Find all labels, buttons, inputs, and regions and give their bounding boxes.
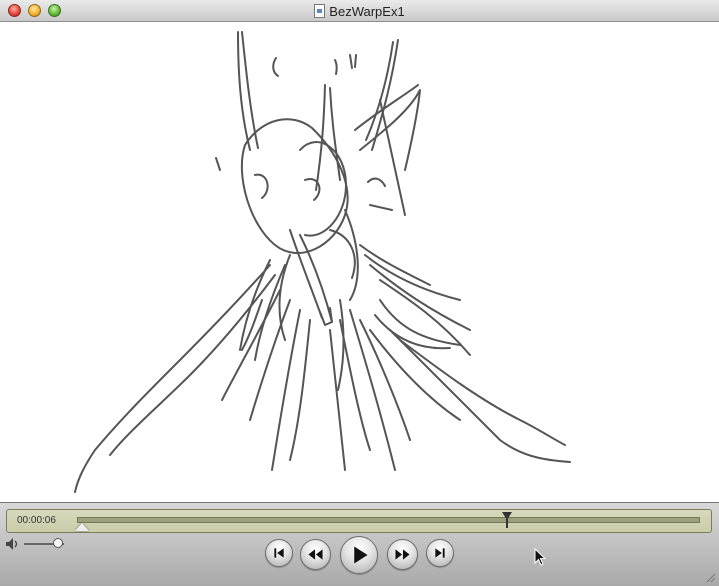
rewind-button[interactable] [300,539,331,570]
playhead-stem [505,519,508,528]
sketch-drawing [74,31,571,493]
volume-knob[interactable] [53,538,63,548]
fast-forward-button[interactable] [387,539,418,570]
skip-to-start-icon [274,548,284,558]
volume-icon[interactable] [5,537,21,551]
skip-to-start-button[interactable] [265,539,293,567]
resize-grip-icon[interactable] [704,571,716,583]
pointer-cursor-icon [534,548,546,566]
window-title: BezWarpEx1 [329,3,405,19]
movie-canvas [0,22,719,502]
play-button[interactable] [340,536,378,574]
title-group: BezWarpEx1 [0,0,719,22]
timeline-track[interactable] [77,517,700,523]
skip-to-end-icon [435,548,445,558]
timecode: 00:00:06 [17,515,56,526]
timeline-display: 00:00:06 [6,509,712,533]
document-icon [314,4,326,18]
selection-start-marker[interactable] [75,523,89,531]
rewind-icon [308,549,323,560]
skip-to-end-button[interactable] [426,539,454,567]
window-titlebar[interactable]: BezWarpEx1 [0,0,719,22]
play-icon [354,546,368,564]
fast-forward-icon [395,549,410,560]
